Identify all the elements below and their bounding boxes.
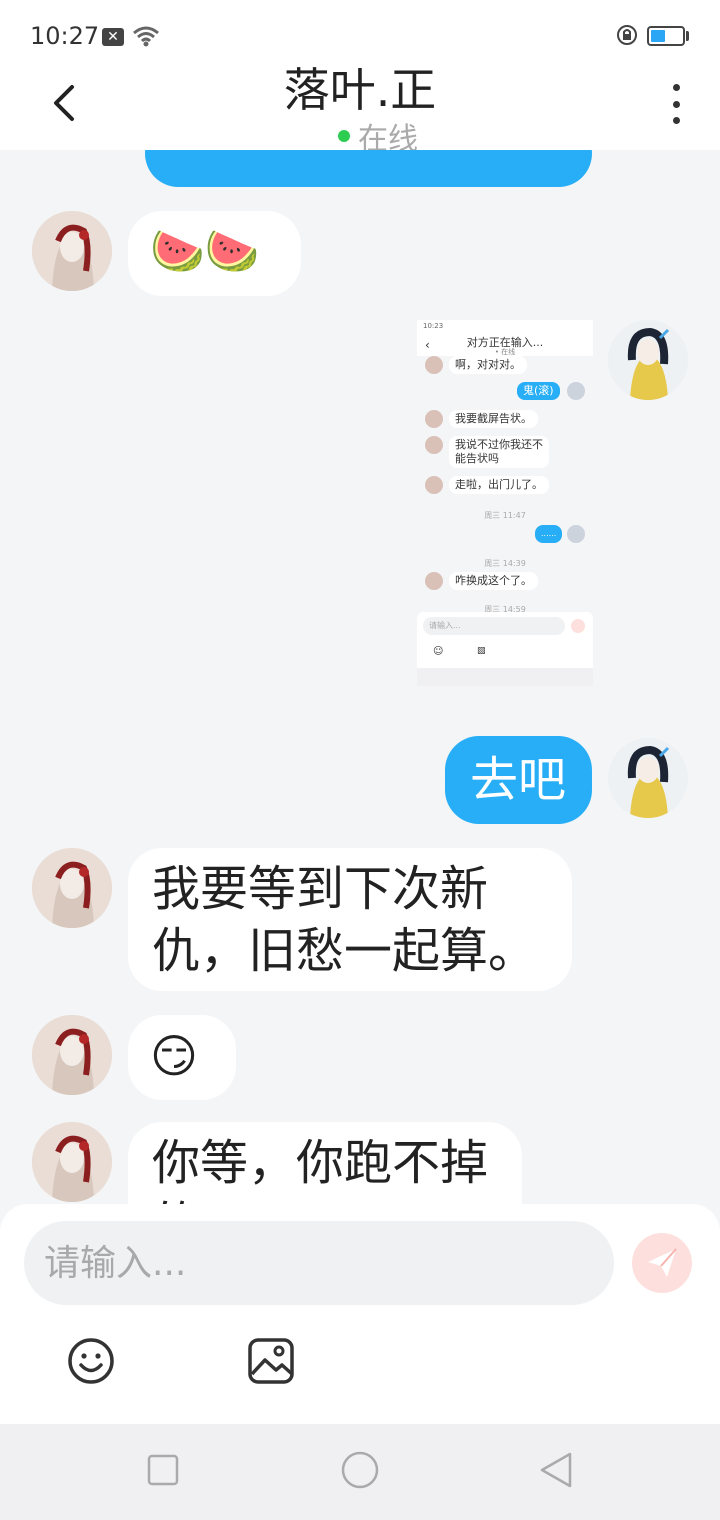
shot-message: 我说不过你我还不 能告状吗: [449, 436, 549, 468]
message-text: 你等，你跑不掉: [152, 1135, 489, 1191]
message-bubble[interactable]: 😏: [128, 1015, 236, 1100]
screenshot-image[interactable]: 10:23 ‹ 对方正在输入... • 在线 啊，对对对。 鬼(滚) 我要截屏告…: [417, 320, 593, 686]
navigation-bar: [0, 1424, 720, 1520]
online-dot-icon: [338, 130, 350, 142]
circle-icon: [341, 1451, 379, 1489]
contact-avatar[interactable]: [32, 1122, 112, 1202]
more-options-button[interactable]: [664, 84, 688, 124]
message-text: 我要等到下次新: [152, 861, 489, 917]
chat-header: 落叶.正 在线: [0, 63, 720, 157]
contact-name: 落叶.正: [283, 63, 437, 117]
shot-message-sent: 鬼(滚): [517, 382, 560, 400]
shot-avatar-self: [567, 525, 585, 543]
message-text: 仇，旧愁一起算。: [152, 923, 537, 979]
battery-icon: [647, 26, 685, 46]
message-bubble-partial[interactable]: [145, 150, 592, 187]
composer: [0, 1204, 720, 1424]
shot-time: 10:23: [423, 322, 444, 330]
message-input[interactable]: [24, 1221, 614, 1305]
message-bubble[interactable]: 我要等到下次新 仇，旧愁一起算。: [128, 848, 572, 991]
shot-input: 请输入...: [423, 617, 565, 635]
square-icon: [147, 1454, 179, 1486]
contact-avatar[interactable]: [32, 211, 112, 291]
message-list[interactable]: 🍉🍉 10:23 ‹ 对方正在输入... • 在线 啊，对对对。 鬼(滚) 我要…: [0, 150, 720, 1205]
shot-emoji-icon: ☺: [433, 646, 444, 657]
send-button[interactable]: [632, 1233, 692, 1293]
shot-message: 走啦，出门儿了。: [449, 476, 549, 494]
wifi-icon: [133, 26, 159, 47]
smiley-icon: [68, 1338, 114, 1384]
message-bubble[interactable]: 你等，你跑不掉 的: [128, 1122, 522, 1205]
paper-plane-icon: [648, 1248, 677, 1277]
back-nav-button[interactable]: [536, 1450, 576, 1490]
image-icon: [248, 1338, 294, 1384]
status-time: 10:27: [30, 22, 100, 50]
more-dot-icon: [672, 84, 680, 91]
shot-image-icon: ▧: [477, 646, 486, 656]
triangle-back-icon: [540, 1452, 572, 1488]
home-button[interactable]: [340, 1450, 380, 1490]
message-bubble[interactable]: 🍉🍉: [128, 211, 301, 296]
message-bubble[interactable]: 去吧: [445, 736, 592, 824]
shot-avatar: [425, 356, 443, 374]
image-button[interactable]: [246, 1336, 296, 1386]
emoji-button[interactable]: [66, 1336, 116, 1386]
shot-timestamp: 周三 14:39: [484, 559, 526, 568]
my-avatar[interactable]: [608, 738, 688, 818]
shot-message: 啊，对对对。: [449, 356, 527, 374]
shot-avatar-self: [567, 382, 585, 400]
message-emoji: 🍉🍉: [150, 226, 260, 277]
rotation-lock-icon: [617, 25, 637, 45]
contact-avatar[interactable]: [32, 848, 112, 928]
recents-button[interactable]: [144, 1450, 184, 1490]
shot-message: 我要截屏告状。: [449, 410, 538, 428]
shot-message-sent: ......: [535, 525, 563, 543]
shot-avatar: [425, 572, 443, 590]
contact-avatar[interactable]: [32, 1015, 112, 1095]
message-emoji: 😏: [150, 1029, 198, 1083]
message-text: 去吧: [470, 752, 567, 808]
shot-send-icon: [571, 619, 585, 633]
notification-icon: ✕: [102, 28, 124, 46]
my-avatar[interactable]: [608, 320, 688, 400]
shot-avatar: [425, 476, 443, 494]
shot-avatar: [425, 436, 443, 454]
shot-timestamp: 周三 11:47: [484, 511, 526, 520]
shot-message: 咋换成这个了。: [449, 572, 538, 590]
shot-avatar: [425, 410, 443, 428]
